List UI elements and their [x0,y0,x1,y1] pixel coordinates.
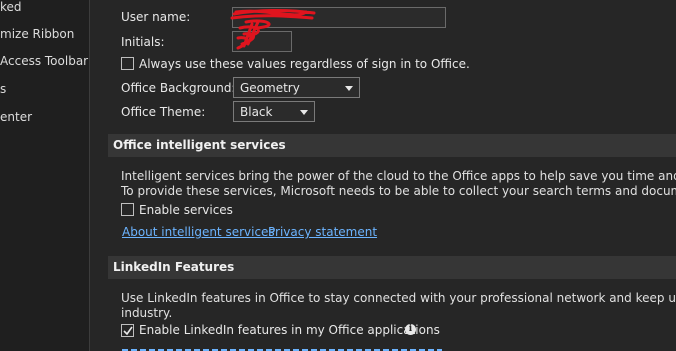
office-background-dropdown[interactable]: Geometry [233,77,360,98]
intelligent-services-description-line2: To provide these services, Microsoft nee… [121,184,676,198]
options-navigation: ked mize Ribbon Access Toolbar s enter [0,0,90,351]
intelligent-services-description-line1: Intelligent services bring the power of … [121,169,676,183]
enable-linkedin-label: Enable LinkedIn features in my Office ap… [139,323,440,337]
about-intelligent-services-link[interactable]: About intelligent services [122,225,275,239]
enable-services-label: Enable services [139,203,233,217]
initials-field[interactable] [232,31,292,52]
username-field[interactable] [232,7,446,28]
always-use-checkbox[interactable] [121,57,134,70]
checkmark-icon [123,326,133,336]
linkedin-features-header: LinkedIn Features [108,256,676,279]
office-background-label: Office Background: [121,81,236,95]
enable-linkedin-checkbox[interactable] [121,324,134,337]
linkedin-description-line1: Use LinkedIn features in Office to stay … [121,291,676,305]
initials-label: Initials: [121,35,165,49]
info-icon[interactable]: i [405,324,416,335]
office-background-value: Geometry [240,81,300,95]
enable-services-checkbox[interactable] [121,203,134,216]
options-content: User name: Initials: Always use these va… [91,0,676,351]
sidebar-item-trust-center-ked[interactable]: ked [0,0,22,14]
intelligent-services-header: Office intelligent services [108,134,676,157]
sidebar-item-customize-ribbon[interactable]: mize Ribbon [0,27,74,41]
sidebar-item-trust-center[interactable]: enter [0,110,32,124]
office-theme-dropdown[interactable]: Black [233,101,315,122]
always-use-label: Always use these values regardless of si… [139,57,470,71]
sidebar-item-quick-access-toolbar[interactable]: Access Toolbar [0,54,88,68]
chevron-down-icon [300,110,308,115]
username-label: User name: [121,10,191,24]
linkedin-links-row-cropped [122,346,442,351]
office-theme-label: Office Theme: [121,105,206,119]
chevron-down-icon [345,86,353,91]
office-theme-value: Black [240,105,273,119]
privacy-statement-link[interactable]: Privacy statement [268,225,377,239]
sidebar-item-add-ins[interactable]: s [0,82,6,96]
linkedin-description-line2: industry. [121,306,173,320]
